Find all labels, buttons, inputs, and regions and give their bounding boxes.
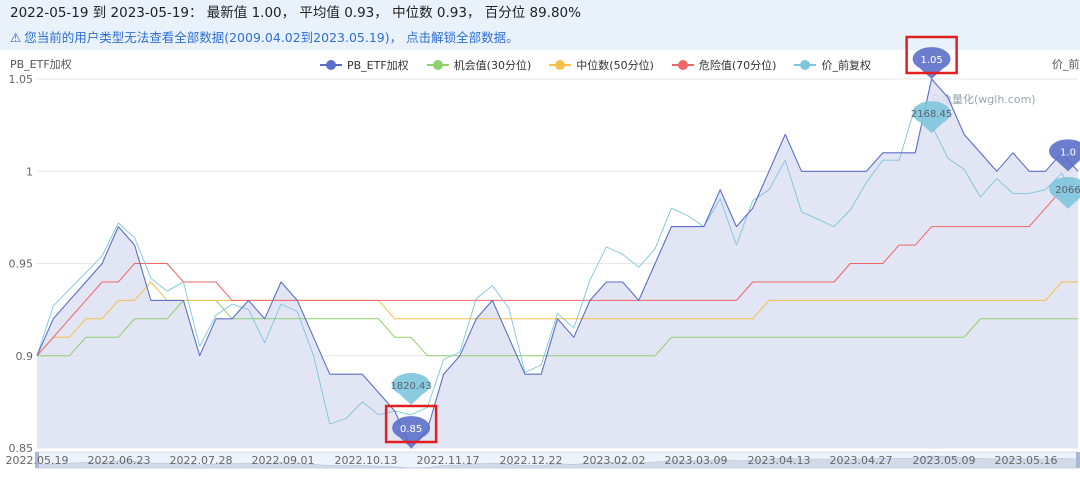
x-tick-label-6: 2022.12.22 [500,454,563,467]
marker-5-label: 2066 [1055,185,1080,196]
marker-0: 1.05 [905,35,958,79]
x-tick-label-7: 2023.02.02 [583,454,646,467]
marker-3: 1820.43 [390,372,432,405]
marker-0-label: 1.05 [920,55,942,66]
y-tick-label-1: 0.9 [16,350,34,363]
y-tick-label-2: 0.95 [9,258,34,271]
marker-3-label: 1820.43 [390,381,431,392]
y-tick-label-3: 1 [26,165,33,178]
marker-2-label: 0.85 [400,424,422,435]
x-tick-label-5: 2022.11.17 [417,454,480,467]
x-tick-label-0: 2022.05.19 [6,454,69,467]
x-tick-label-11: 2023.05.09 [913,454,976,467]
y-tick-label-4: 1.05 [9,73,34,86]
x-tick-label-8: 2023.03.09 [665,454,728,467]
marker-1-label: 2168.45 [911,109,952,120]
x-tick-label-4: 2022.10.13 [335,454,398,467]
x-tick-label-3: 2022.09.01 [252,454,315,467]
x-tick-label-2: 2022.07.28 [170,454,233,467]
x-tick-label-12: 2023.05.16 [995,454,1058,467]
x-tick-label-1: 2022.06.23 [88,454,151,467]
zoom-handle-right [1076,452,1080,468]
x-tick-label-9: 2023.04.13 [748,454,811,467]
marker-4-label: 1.0 [1060,147,1076,158]
x-tick-label-10: 2023.04.27 [830,454,893,467]
pb-chart: 0.850.90.9511.051.052168.450.851820.431.… [6,35,1080,469]
